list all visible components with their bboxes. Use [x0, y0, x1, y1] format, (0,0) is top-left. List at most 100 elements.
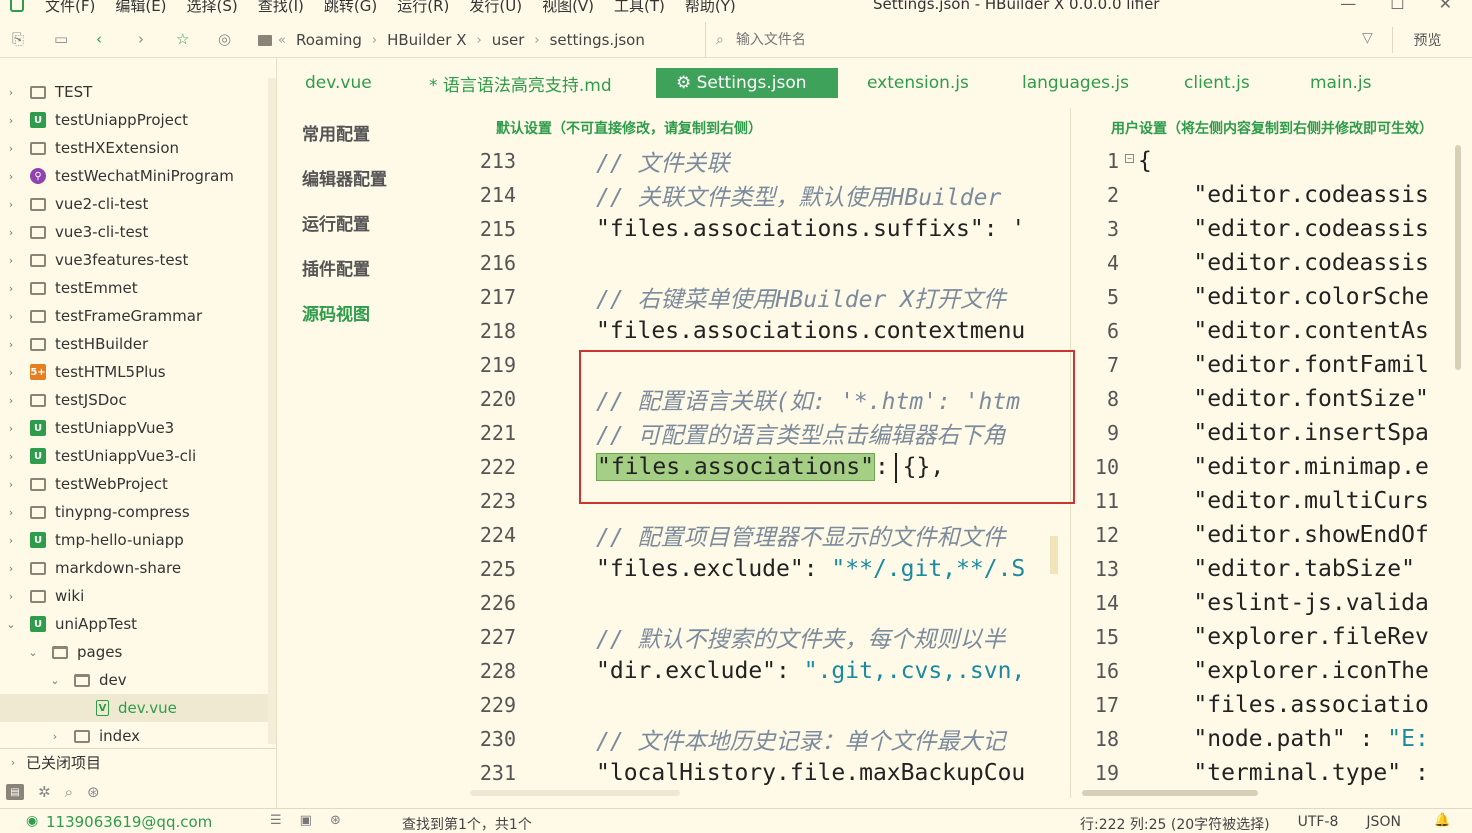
breadcrumb-item[interactable]: settings.json	[550, 31, 645, 49]
chevron-right-icon[interactable]: ›	[6, 142, 16, 155]
chevron-right-icon[interactable]: ›	[6, 394, 16, 407]
chevron-right-icon[interactable]: ›	[6, 338, 16, 351]
tree-item[interactable]: › tinypng-compress	[0, 498, 268, 526]
breadcrumb-item[interactable]: user	[492, 31, 525, 49]
tree-item[interactable]: › index	[0, 722, 268, 748]
project-manager-icon[interactable]: ▤	[6, 784, 24, 800]
left-horizontal-scrollbar[interactable]	[470, 790, 680, 796]
tree-item[interactable]: › TEST	[0, 78, 268, 106]
menu-item[interactable]: 跳转(G)	[324, 0, 377, 14]
tab-main-js[interactable]: main.js	[1310, 68, 1371, 98]
breadcrumb-item[interactable]: HBuilder X	[387, 31, 466, 49]
menu-item[interactable]: 选择(S)	[187, 0, 238, 14]
forward-icon[interactable]: ›	[138, 30, 144, 48]
list-icon[interactable]: ☰	[270, 813, 282, 828]
tree-item[interactable]: › UtestUniappProject	[0, 106, 268, 134]
fold-icon[interactable]: −	[1125, 154, 1134, 163]
tree-item[interactable]: › vue2-cli-test	[0, 190, 268, 218]
menu-item[interactable]: 运行(R)	[397, 0, 449, 14]
tree-item[interactable]: › testHBuilder	[0, 330, 268, 358]
menu-item[interactable]: 查找(I)	[258, 0, 304, 14]
console-icon[interactable]: ⊛	[330, 813, 341, 828]
chevron-right-icon[interactable]: ›	[6, 254, 16, 267]
minimize-icon[interactable]: —	[1340, 0, 1356, 13]
sidebar-scrollbar[interactable]	[268, 78, 276, 744]
tree-item[interactable]: › UtestUniappVue3-cli	[0, 442, 268, 470]
tree-item[interactable]: › testJSDoc	[0, 386, 268, 414]
tab-settings-json[interactable]: ⚙ Settings.json	[656, 68, 838, 98]
tree-item[interactable]: ⌄ pages	[0, 638, 268, 666]
right-horizontal-scrollbar[interactable]	[1082, 790, 1258, 796]
encoding[interactable]: UTF-8	[1298, 814, 1339, 833]
chevron-right-icon[interactable]: ›	[6, 226, 16, 239]
tab-extension-js[interactable]: extension.js	[867, 68, 969, 98]
nav-common-settings[interactable]: 常用配置	[302, 120, 370, 145]
bell-icon[interactable]: 🔔	[1434, 813, 1450, 828]
tab-languages-js[interactable]: languages.js	[1022, 68, 1129, 98]
run-icon[interactable]: ◎	[218, 30, 231, 48]
chevron-right-icon[interactable]: ›	[6, 506, 16, 519]
closed-projects[interactable]: › 已关闭项目	[0, 748, 276, 776]
new-file-icon[interactable]: ⎘	[12, 30, 24, 48]
chevron-right-icon[interactable]: ›	[6, 590, 16, 603]
tree-item[interactable]: › Utmp-hello-uniapp	[0, 526, 268, 554]
tree-item[interactable]: ⌄ UuniAppTest	[0, 610, 268, 638]
filter-icon[interactable]: ▽	[1362, 30, 1373, 46]
menu-item[interactable]: 文件(F)	[45, 0, 95, 14]
maximize-icon[interactable]: ☐	[1390, 0, 1404, 13]
chevron-down-icon[interactable]: ⌄	[6, 618, 16, 631]
preview-button[interactable]: 预览	[1392, 27, 1462, 53]
chevron-down-icon[interactable]: ⌄	[28, 646, 38, 659]
tab-client-js[interactable]: client.js	[1184, 68, 1250, 98]
nav-source-view[interactable]: 源码视图	[302, 300, 370, 325]
tree-item[interactable]: › ⚲ testWechatMiniProgram	[0, 162, 268, 190]
language-mode[interactable]: JSON	[1366, 814, 1401, 833]
debug-icon[interactable]: ✲	[38, 783, 51, 801]
tree-item[interactable]: › wiki	[0, 582, 268, 610]
tree-item[interactable]: › vue3features-test	[0, 246, 268, 274]
tab-dev-vue[interactable]: dev.vue	[305, 68, 372, 98]
nav-plugin-settings[interactable]: 插件配置	[302, 255, 370, 280]
chevron-right-icon[interactable]: ›	[6, 114, 16, 127]
menu-item[interactable]: 编辑(E)	[115, 0, 166, 14]
tree-item[interactable]: Vdev.vue	[0, 694, 268, 722]
right-vertical-scrollbar[interactable]	[1455, 145, 1461, 370]
chevron-right-icon[interactable]: ›	[6, 562, 16, 575]
chevron-right-icon[interactable]: ›	[6, 422, 16, 435]
terminal-icon[interactable]: ▣	[300, 813, 312, 828]
menu-item[interactable]: 发行(U)	[469, 0, 522, 14]
breadcrumb-item[interactable]: Roaming	[296, 31, 362, 49]
tree-item[interactable]: › markdown-share	[0, 554, 268, 582]
star-icon[interactable]: ☆	[176, 30, 189, 48]
tree-item[interactable]: › testFrameGrammar	[0, 302, 268, 330]
close-icon[interactable]: ✕	[1439, 0, 1452, 13]
tree-item[interactable]: › 5+ testHTML5Plus	[0, 358, 268, 386]
chevron-right-icon[interactable]: ›	[6, 310, 16, 323]
chevron-right-icon[interactable]: ›	[6, 478, 16, 491]
chevron-down-icon[interactable]: ⌄	[50, 674, 60, 687]
plugin-icon[interactable]: ⊛	[87, 783, 100, 801]
chevron-right-icon[interactable]: ›	[6, 282, 16, 295]
menu-item[interactable]: 视图(V)	[542, 0, 594, 14]
chevron-right-icon[interactable]: ›	[6, 198, 16, 211]
search-panel-icon[interactable]: ⌕	[65, 783, 73, 801]
save-icon[interactable]: ▭	[54, 30, 68, 48]
chevron-right-icon[interactable]: ›	[50, 730, 60, 743]
chevron-right-icon[interactable]: ›	[6, 450, 16, 463]
menu-item[interactable]: 工具(T)	[614, 0, 665, 14]
tree-item[interactable]: › vue3-cli-test	[0, 218, 268, 246]
chevron-right-icon[interactable]: ›	[6, 366, 16, 379]
chevron-right-icon[interactable]: ›	[6, 86, 16, 99]
back-icon[interactable]: ‹	[96, 30, 102, 48]
tab-syntax-md[interactable]: * 语言语法高亮支持.md	[429, 68, 612, 98]
cursor-position[interactable]: 行:222 列:25 (20字符被选择)	[1080, 814, 1270, 833]
user-account[interactable]: 1139063619@qq.com	[46, 813, 212, 831]
nav-editor-settings[interactable]: 编辑器配置	[302, 165, 387, 190]
menu-item[interactable]: 帮助(Y)	[685, 0, 736, 14]
chevron-right-icon[interactable]: ›	[6, 170, 16, 183]
tree-item[interactable]: › testWebProject	[0, 470, 268, 498]
user-settings-editor[interactable]: − 1{2 "editor.codeassis 3 "editor.codeass…	[1078, 140, 1462, 790]
chevron-right-icon[interactable]: ›	[6, 534, 16, 547]
nav-run-settings[interactable]: 运行配置	[302, 210, 370, 235]
search-input[interactable]	[735, 32, 1316, 48]
